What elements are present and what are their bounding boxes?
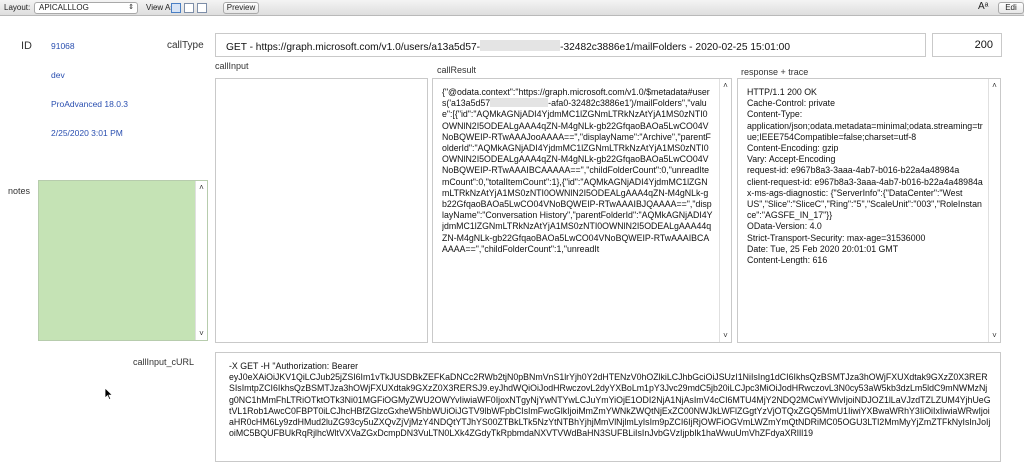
preview-button[interactable]: Preview: [223, 2, 259, 14]
calltype-suffix: -32482c3886e1/mailFolders - 2020-02-25 1…: [560, 42, 791, 53]
callresult-text: {"@odata.context":"https://graph.microso…: [442, 87, 713, 339]
select-arrows-icon: ⇕: [128, 4, 134, 11]
scroll-down-icon[interactable]: ˅: [720, 331, 731, 340]
response-scrollbar[interactable]: ˄ ˅: [988, 79, 1000, 342]
calltype-field[interactable]: GET - https://graph.microsoft.com/v1.0/u…: [215, 33, 926, 57]
notes-field[interactable]: ˄ ˅: [38, 180, 208, 341]
calltype-label: callType: [167, 40, 204, 51]
layout-label: Layout:: [4, 3, 31, 12]
notes-scrollbar[interactable]: ˄ ˅: [195, 181, 207, 340]
redacted-block: [480, 40, 561, 51]
table-view-icon[interactable]: [197, 3, 207, 13]
callinput-curl-field[interactable]: -X GET -H "Authorization: Bearer eyJ0eXA…: [215, 352, 1001, 462]
callinput-label: callInput: [215, 61, 249, 71]
callinput-field[interactable]: [215, 78, 428, 343]
scroll-up-icon[interactable]: ˄: [989, 81, 1000, 90]
form-view-icon[interactable]: [171, 3, 181, 13]
id-value[interactable]: 91068: [51, 41, 75, 51]
notes-label: notes: [8, 186, 31, 196]
response-trace-label: response + trace: [741, 67, 809, 77]
redacted-block: [490, 98, 549, 108]
layout-toolbar: Layout: APICALLLOG ⇕ View As: Preview Aᵃ…: [0, 0, 1024, 16]
edit-button[interactable]: Edi: [998, 2, 1024, 14]
calltype-prefix: GET - https://graph.microsoft.com/v1.0/u…: [226, 42, 481, 53]
callresult-field[interactable]: {"@odata.context":"https://graph.microso…: [432, 78, 732, 343]
environment-value[interactable]: dev: [51, 70, 65, 80]
status-code-field[interactable]: 200: [932, 33, 1002, 57]
text-size-icon[interactable]: Aᵃ: [978, 1, 988, 12]
mouse-cursor-icon: [104, 387, 114, 401]
scroll-up-icon[interactable]: ˄: [720, 81, 731, 90]
callresult-part2: -afa0-32482c3886e1')/mailFolders","value…: [442, 98, 713, 254]
curl-text: -X GET -H "Authorization: Bearer eyJ0eXA…: [229, 361, 991, 439]
id-label: ID: [21, 40, 32, 52]
datetime-value[interactable]: 2/25/2020 3:01 PM: [51, 128, 123, 138]
scroll-down-icon[interactable]: ˅: [196, 329, 207, 338]
response-trace-field[interactable]: HTTP/1.1 200 OK Cache-Control: private C…: [737, 78, 1001, 343]
response-trace-text: HTTP/1.1 200 OK Cache-Control: private C…: [747, 87, 983, 266]
layout-select-value: APICALLLOG: [39, 3, 89, 12]
callresult-label: callResult: [437, 65, 477, 75]
layout-select[interactable]: APICALLLOG ⇕: [34, 2, 138, 14]
callresult-scrollbar[interactable]: ˄ ˅: [719, 79, 731, 342]
scroll-down-icon[interactable]: ˅: [989, 331, 1000, 340]
scroll-up-icon[interactable]: ˄: [196, 183, 207, 192]
product-value[interactable]: ProAdvanced 18.0.3: [51, 99, 128, 109]
callinput-curl-label: callInput_cURL: [133, 357, 195, 367]
status-code-value: 200: [974, 39, 993, 51]
list-view-icon[interactable]: [184, 3, 194, 13]
